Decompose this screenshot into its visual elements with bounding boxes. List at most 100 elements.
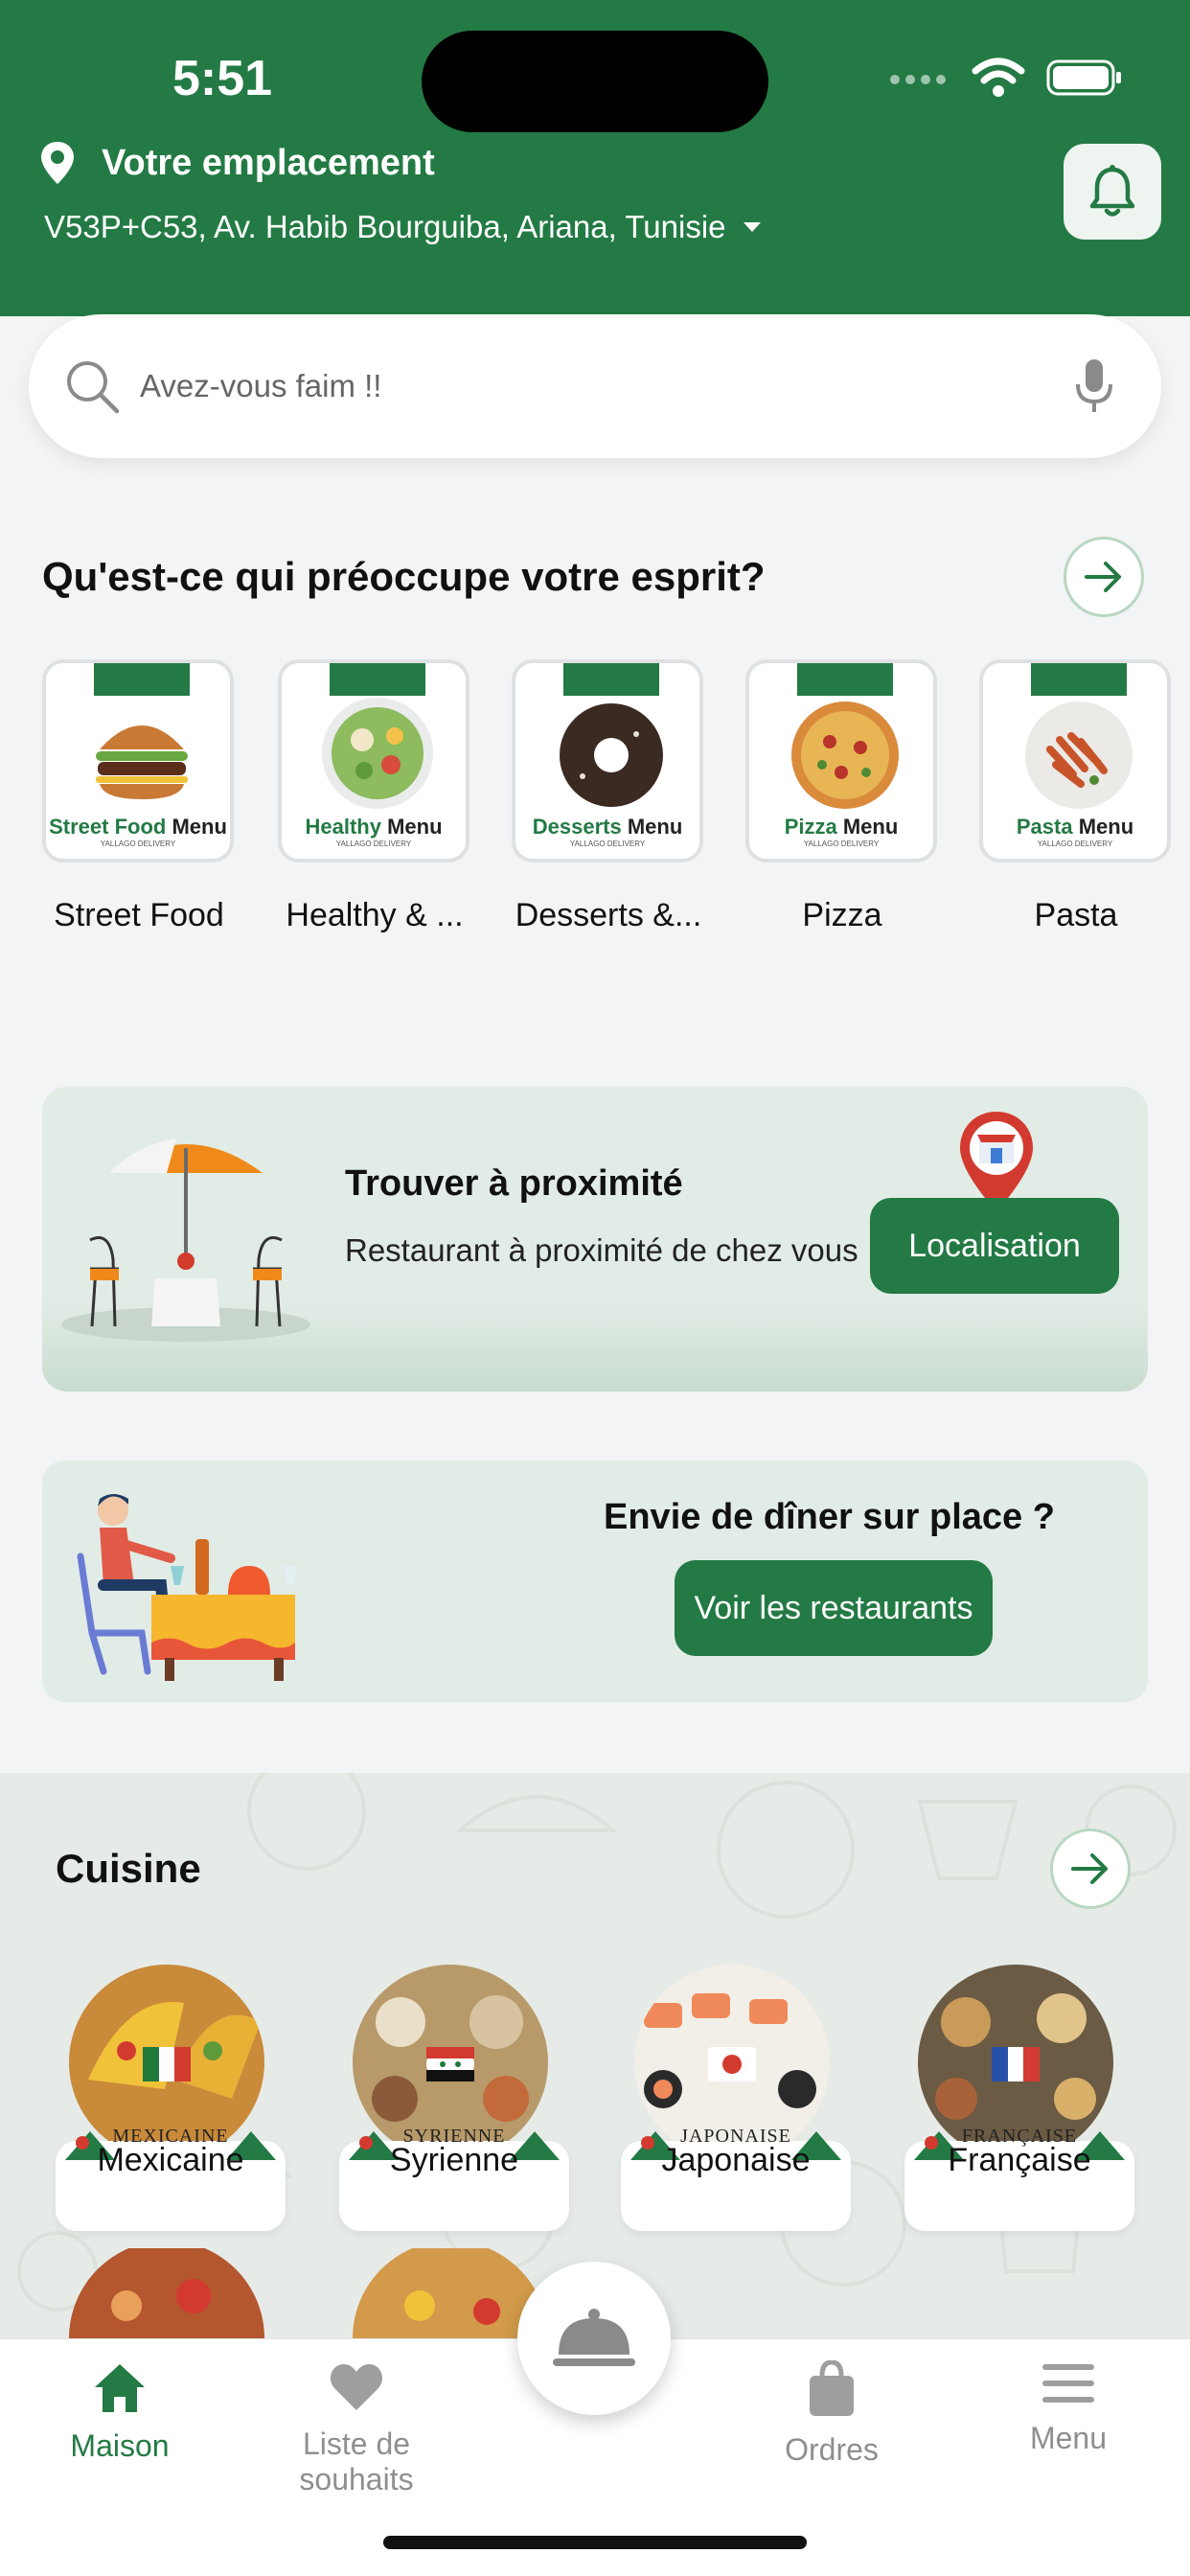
- category-card: Healthy Menu YALLAGO DELIVERY: [278, 659, 469, 862]
- caret-down-icon: [743, 222, 761, 232]
- food-cloche-icon: [553, 2309, 635, 2366]
- card-band: [797, 663, 893, 696]
- nav-item-home[interactable]: Maison: [5, 2360, 235, 2464]
- nav-label-wishlist: Liste de souhaits: [299, 2426, 414, 2496]
- cuisine-more-button[interactable]: [1050, 1828, 1131, 1909]
- dine-in-promo-card: Envie de dîner sur place ? Voir les rest…: [42, 1460, 1148, 1702]
- search-input[interactable]: [140, 368, 1073, 404]
- cuisine-label: Japonaise: [661, 2142, 811, 2178]
- category-item-desserts[interactable]: Desserts Menu YALLAGO DELIVERY Desserts …: [512, 659, 707, 934]
- status-time: 5:51: [172, 51, 273, 106]
- notifications-button[interactable]: [1064, 144, 1161, 240]
- hamburger-menu-icon: [1042, 2364, 1094, 2403]
- cuisine-item-mexicaine[interactable]: MEXICAINE: [56, 1965, 286, 2242]
- category-item-pizza[interactable]: Pizza Menu YALLAGO DELIVERY Pizza: [745, 659, 941, 934]
- cuisine-item-francaise[interactable]: FRANÇAISE: [904, 1965, 1134, 2242]
- pasta-icon: [1025, 702, 1133, 809]
- location-pin-icon: [41, 142, 74, 184]
- card-brand-a: Pasta: [1016, 815, 1073, 839]
- bell-icon: [1089, 165, 1135, 217]
- card-brand-sub: YALLAGO DELIVERY: [100, 840, 176, 848]
- category-card: Street Food Menu YALLAGO DELIVERY: [42, 659, 234, 862]
- category-item-healthy[interactable]: Healthy Menu YALLAGO DELIVERY Healthy & …: [278, 659, 473, 934]
- nearby-promo-card: Trouver à proximité Restaurant à proximi…: [42, 1087, 1148, 1392]
- cuisine-item-partial-1[interactable]: [69, 2248, 264, 2338]
- address-selector[interactable]: V53P+C53, Av. Habib Bourguiba, Ariana, T…: [44, 209, 761, 245]
- location-label: Votre emplacement: [38, 140, 435, 186]
- category-item-street-food[interactable]: Street Food Menu YALLAGO DELIVERY Street…: [42, 659, 238, 934]
- burger-icon: [96, 725, 188, 799]
- battery-icon: [1046, 59, 1121, 96]
- nearby-title: Trouver à proximité: [345, 1163, 683, 1204]
- cuisine-item-japonaise[interactable]: JAPONAISE: [621, 1965, 851, 2242]
- shopping-bag-icon: [810, 2359, 854, 2416]
- cuisine-title: Cuisine: [56, 1846, 201, 1891]
- card-brand-b: Menu: [627, 815, 683, 839]
- wifi-icon: [972, 58, 1025, 97]
- center-order-button[interactable]: [517, 2262, 671, 2415]
- card-brand-b: Menu: [387, 815, 443, 839]
- category-item-pasta[interactable]: Pasta Menu YALLAGO DELIVERY Pasta: [979, 659, 1175, 934]
- card-brand-a: Healthy: [305, 815, 381, 839]
- nav-label-orders: Ordres: [785, 2432, 879, 2467]
- category-label: Pizza: [802, 897, 882, 933]
- home-icon: [95, 2364, 145, 2412]
- category-label: Pasta: [1034, 897, 1118, 933]
- category-label: Healthy & ...: [286, 897, 464, 933]
- categories-more-button[interactable]: [1064, 537, 1144, 617]
- card-band: [330, 663, 425, 696]
- category-card: Desserts Menu YALLAGO DELIVERY: [512, 659, 703, 862]
- nav-label-home: Maison: [70, 2428, 170, 2463]
- nav-item-wishlist[interactable]: Liste de souhaits: [241, 2360, 471, 2497]
- arrow-right-icon: [1085, 562, 1121, 592]
- card-brand-sub: YALLAGO DELIVERY: [1037, 840, 1113, 848]
- card-brand-a: Street Food: [49, 815, 167, 839]
- card-brand-a: Pizza: [784, 815, 837, 839]
- location-label-text: Votre emplacement: [102, 142, 435, 183]
- card-band: [563, 663, 659, 696]
- home-indicator: [383, 2536, 807, 2549]
- category-list: Street Food Menu YALLAGO DELIVERY Street…: [42, 659, 1190, 966]
- arrow-right-icon: [1071, 1853, 1108, 1884]
- card-band: [94, 663, 190, 696]
- card-brand-sub: YALLAGO DELIVERY: [803, 840, 880, 848]
- cuisine-label: Syrienne: [389, 2142, 519, 2178]
- cuisine-label: Mexicaine: [97, 2142, 244, 2178]
- dynamic-island: [422, 31, 768, 132]
- address-text: V53P+C53, Av. Habib Bourguiba, Ariana, T…: [44, 209, 726, 244]
- nav-item-menu[interactable]: Menu: [953, 2360, 1183, 2456]
- categories-title: Qu'est-ce qui préoccupe votre esprit?: [42, 554, 766, 599]
- cuisine-item-syrienne[interactable]: SYRIENNE: [339, 1965, 569, 2242]
- salad-bowl-icon: [322, 698, 433, 809]
- localisation-button[interactable]: Localisation: [870, 1198, 1119, 1294]
- category-card: Pizza Menu YALLAGO DELIVERY: [745, 659, 937, 862]
- category-card: Pasta Menu YALLAGO DELIVERY: [979, 659, 1171, 862]
- search-bar[interactable]: [29, 314, 1161, 458]
- dine-in-title: Envie de dîner sur place ?: [604, 1497, 1055, 1537]
- card-brand-a: Desserts: [532, 815, 622, 839]
- microphone-icon[interactable]: [1073, 357, 1115, 415]
- header: 5:51 Votre emplacement V53P+C53, Av. Hab…: [0, 0, 1190, 316]
- card-brand-b: Menu: [842, 815, 899, 839]
- heart-icon: [330, 2364, 383, 2410]
- dining-person-illustration: [77, 1494, 297, 1681]
- card-brand-sub: YALLAGO DELIVERY: [569, 840, 646, 848]
- nearby-text: Restaurant à proximité de chez vous: [345, 1232, 858, 1268]
- card-brand: Pizza Menu: [749, 815, 933, 840]
- card-brand: Pasta Menu: [983, 815, 1167, 840]
- card-brand-sub: YALLAGO DELIVERY: [335, 840, 412, 848]
- donut-icon: [560, 703, 663, 807]
- category-label: Street Food: [54, 897, 224, 933]
- see-restaurants-button[interactable]: Voir les restaurants: [675, 1560, 993, 1656]
- nav-label-menu: Menu: [1029, 2421, 1108, 2455]
- signal-icon: [890, 75, 946, 84]
- search-icon: [67, 361, 120, 414]
- nav-item-orders[interactable]: Ordres: [717, 2359, 947, 2468]
- restaurant-terrace-illustration: [61, 1138, 310, 1342]
- card-brand: Healthy Menu: [282, 815, 466, 840]
- status-icons: [889, 58, 1123, 98]
- card-brand: Street Food Menu: [46, 815, 230, 840]
- pizza-icon: [791, 702, 899, 809]
- cuisine-label: Française: [948, 2142, 1091, 2178]
- card-band: [1031, 663, 1127, 696]
